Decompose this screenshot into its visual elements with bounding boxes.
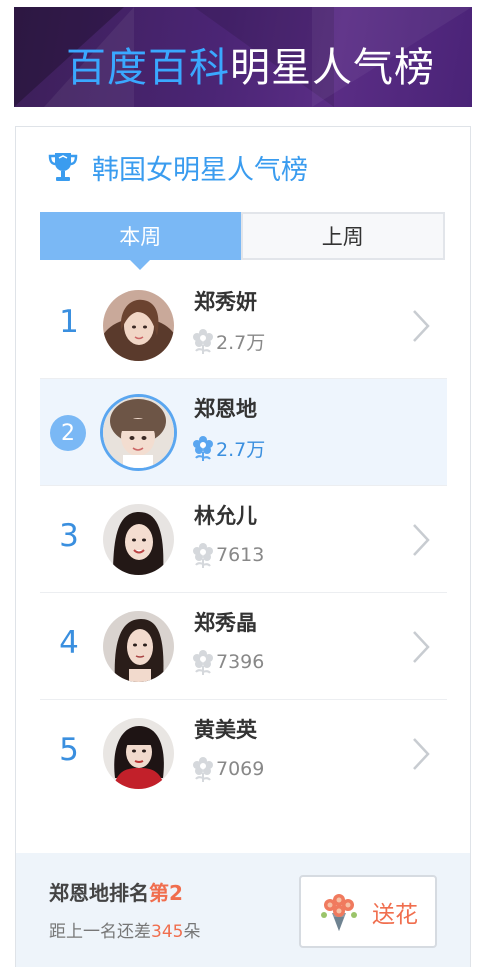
gap-text: 距上一名还差345朵 [49,917,200,942]
send-flower-label: 送花 [372,901,418,928]
footer-bar: 郑恩地排名第2 距上一名还差345朵 送花 [16,853,470,967]
flower-count-value: 2.7万 [216,438,266,461]
avatar [103,504,174,575]
flower-count-value: 2.7万 [216,331,266,354]
flower-icon [193,757,213,782]
avatar [100,394,177,471]
list-item[interactable]: 5 黄美英 7069 [40,700,447,807]
flower-icon [193,650,213,675]
current-rank-text: 郑恩地排名第2 [49,877,183,906]
card-title: 韩国女明星人气榜 [92,154,308,186]
ranking-list: 1 郑秀妍 2.7万 2 郑恩地 2.7万 3 林允儿 7613 4 郑秀晶 7… [40,272,447,807]
flower-count-value: 7069 [216,758,265,780]
card-header: 韩国女明星人气榜 [48,149,308,186]
avatar [103,718,174,789]
avatar [103,611,174,682]
star-name: 黄美英 [194,718,257,742]
ranking-card: 韩国女明星人气榜 本周 上周 1 郑秀妍 2.7万 2 郑恩地 2.7万 3 林… [15,126,471,967]
chevron-right-icon[interactable] [411,736,431,772]
list-item[interactable]: 2 郑恩地 2.7万 [40,379,447,486]
banner-title-brand: 百度百科 [66,45,230,91]
gap-suffix: 朵 [183,922,201,942]
current-star-name: 郑恩地 [49,881,109,905]
gap-value: 345 [151,922,184,942]
list-item[interactable]: 3 林允儿 7613 [40,486,447,593]
avatar [103,290,174,361]
gap-prefix: 距上一名还差 [49,922,151,942]
flower-count: 2.7万 [192,434,265,462]
flower-count: 2.7万 [192,327,265,355]
rank-number: 4 [59,625,79,661]
chevron-right-icon[interactable] [411,629,431,665]
send-flower-button[interactable]: 送花 [299,875,437,948]
flower-count-value: 7613 [216,544,265,566]
tab-this-week[interactable]: 本周 [40,212,241,260]
flower-icon [193,543,213,568]
tab-last-week[interactable]: 上周 [240,212,445,260]
list-item[interactable]: 4 郑秀晶 7396 [40,593,447,700]
list-item[interactable]: 1 郑秀妍 2.7万 [40,272,447,379]
rank-value: 第2 [149,881,183,905]
flower-icon [193,436,213,461]
chevron-right-icon[interactable] [411,308,431,344]
rank-badge: 2 [50,415,86,451]
chevron-right-icon[interactable] [411,522,431,558]
flower-count-value: 7396 [216,651,265,673]
top-banner[interactable]: 百度百科明星人气榜 [14,7,472,107]
flower-count: 7396 [192,648,264,676]
flower-count: 7069 [192,755,264,783]
flower-icon [193,329,213,354]
flower-count: 7613 [192,541,264,569]
banner-title: 百度百科明星人气榜 [66,35,435,93]
rank-number: 3 [59,518,79,554]
star-name: 郑秀妍 [194,290,257,314]
star-name: 郑恩地 [194,397,257,421]
rank-number: 1 [59,304,79,340]
rank-number: 5 [59,732,79,768]
star-name: 林允儿 [194,504,257,528]
week-tabs: 本周 上周 [40,212,445,260]
star-name: 郑秀晶 [194,611,257,635]
bouquet-icon [321,893,357,931]
trophy-icon [48,153,78,181]
rank-label: 排名 [109,881,149,905]
banner-title-text: 明星人气榜 [230,45,435,91]
